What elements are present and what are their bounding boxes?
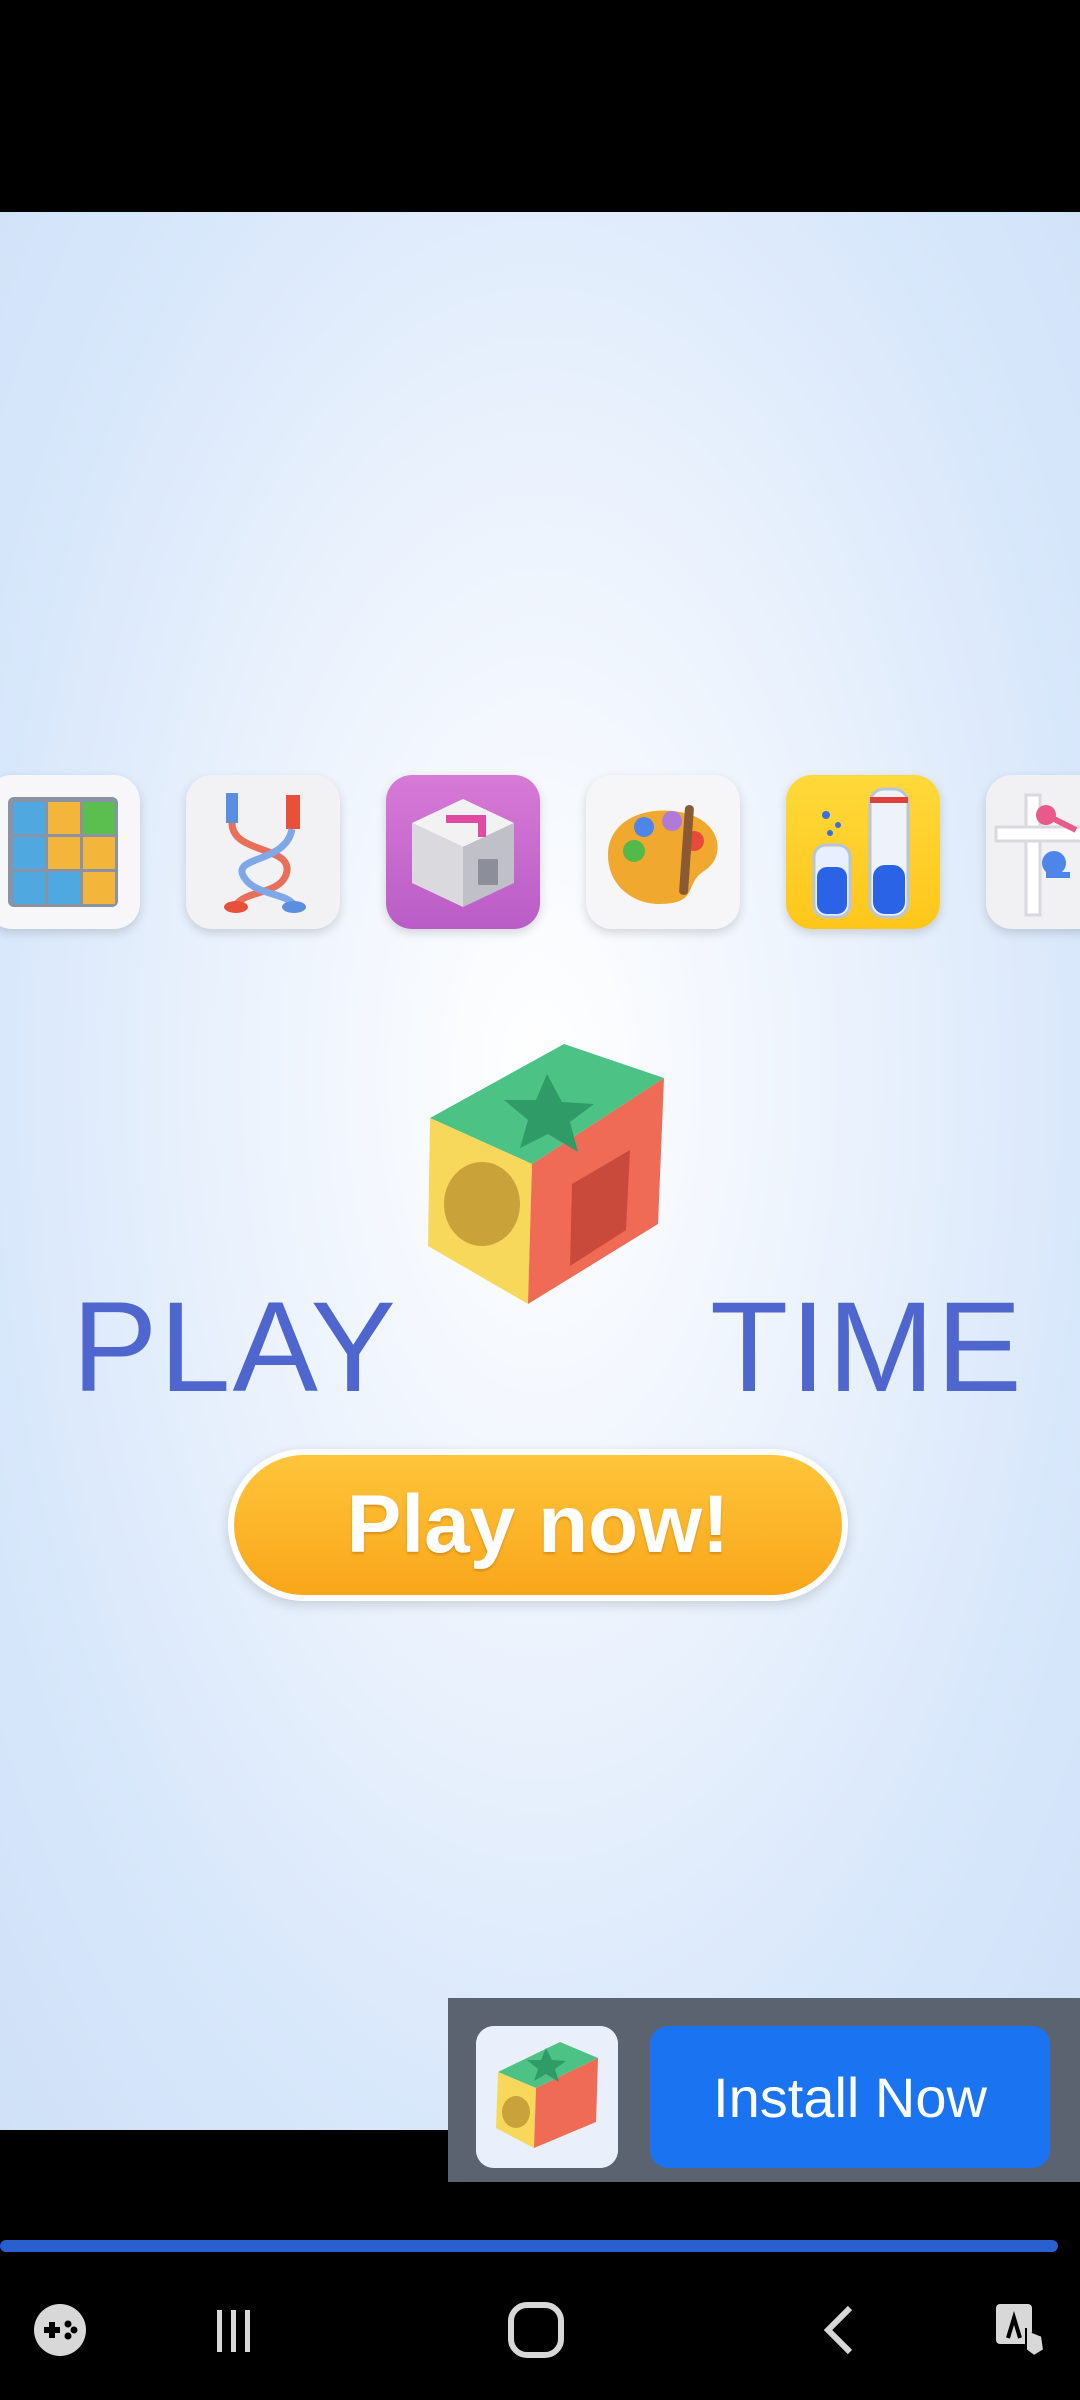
accessibility-icon[interactable]	[980, 2290, 1060, 2370]
cube-puzzle-icon[interactable]	[386, 775, 540, 929]
water-sort-icon[interactable]	[786, 775, 940, 929]
ad-progress-bar	[0, 2240, 1058, 2252]
rope-untangle-icon[interactable]	[186, 775, 340, 929]
paint-palette-icon[interactable]	[586, 775, 740, 929]
app-icon[interactable]	[476, 2026, 618, 2168]
install-now-button[interactable]: Install Now	[650, 2026, 1050, 2168]
navigation-bar	[0, 2260, 1080, 2400]
recent-apps-icon[interactable]	[193, 2290, 273, 2370]
back-icon[interactable]	[800, 2290, 880, 2370]
home-icon[interactable]	[496, 2290, 576, 2370]
game-ad[interactable]: PLAY TIME Play now!	[0, 212, 1080, 2130]
block-puzzle-icon[interactable]	[0, 775, 140, 929]
app-icon-row	[0, 775, 1080, 930]
pin-pull-icon[interactable]	[986, 775, 1080, 929]
status-bar-area	[0, 0, 1080, 212]
install-banner: Install Now	[448, 1998, 1080, 2182]
game-launcher-icon[interactable]	[20, 2290, 100, 2370]
logo-text-time: TIME	[710, 1276, 1024, 1419]
cube-logo-icon	[412, 1034, 672, 1320]
play-now-button[interactable]: Play now!	[228, 1449, 848, 1601]
logo-text-play: PLAY	[72, 1276, 398, 1419]
